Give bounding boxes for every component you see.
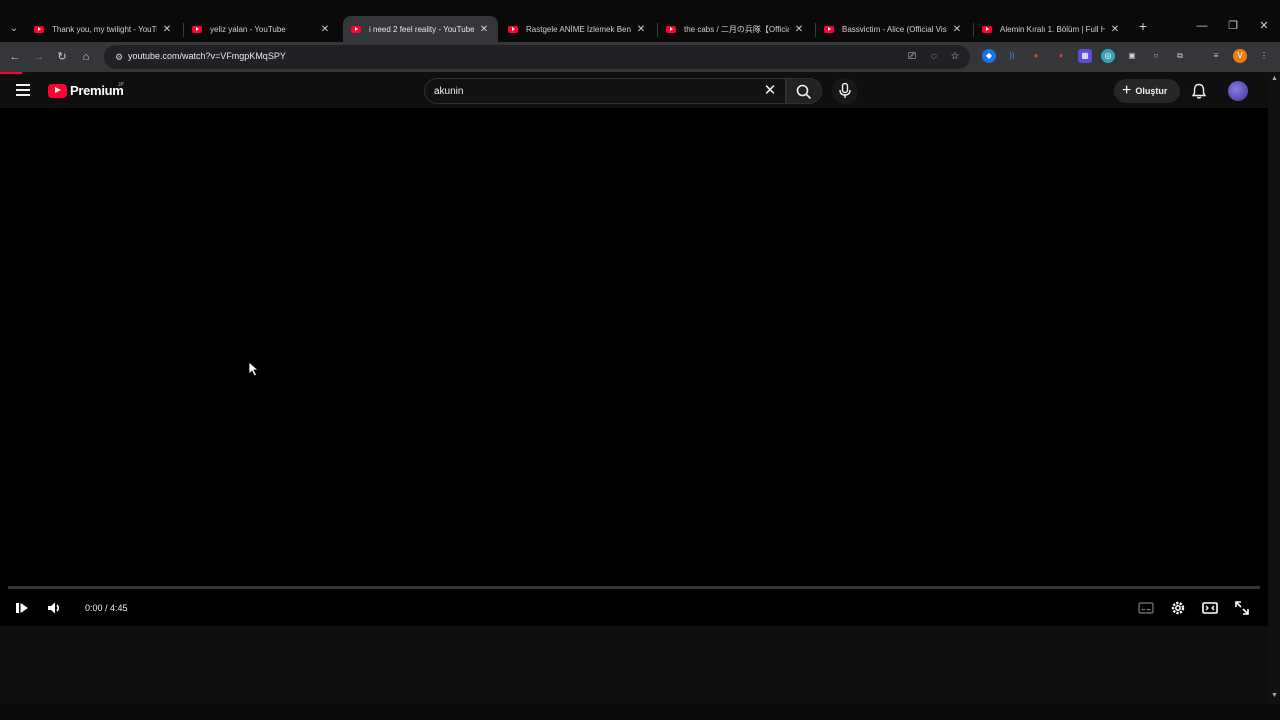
- tracking-eye-off-icon[interactable]: ◌: [927, 50, 941, 64]
- page-scrollbar[interactable]: [1268, 74, 1280, 704]
- home-icon[interactable]: ⌂: [78, 49, 94, 65]
- browser-toolbar: ← → ↻ ⌂ ⚙ youtube.com/watch?v=VFmgpKMqSP…: [0, 42, 1280, 72]
- youtube-favicon-icon: [666, 25, 676, 33]
- theater-mode-icon[interactable]: [1200, 598, 1220, 618]
- subtitles-icon[interactable]: [1136, 598, 1156, 618]
- extension-wave-icon[interactable]: )): [1005, 49, 1019, 63]
- window-top-edge: [0, 0, 1280, 14]
- extension-shield-icon[interactable]: ◆: [982, 49, 996, 63]
- youtube-favicon-icon: [351, 25, 361, 33]
- video-player[interactable]: 0:00 / 4:45: [0, 108, 1268, 626]
- below-player-area: [0, 626, 1268, 702]
- tab-close-icon[interactable]: ✕: [161, 24, 173, 35]
- install-app-icon[interactable]: ⎚: [905, 50, 919, 64]
- notifications-bell-icon[interactable]: [1191, 83, 1207, 100]
- browser-tab[interactable]: Bassvictim - Alice (Official Visu ✕: [816, 16, 971, 42]
- extension-grid-icon[interactable]: ▦: [1078, 49, 1092, 63]
- extension-drop-icon[interactable]: ♦: [1054, 49, 1068, 63]
- tab-title: Alemin Kıralı 1. Bölüm | Full HD: [1000, 24, 1105, 34]
- tab-title: Thank you, my twilight - YouTub: [52, 24, 157, 34]
- tab-title: i need 2 feel reality - YouTube: [369, 24, 474, 34]
- back-arrow-icon[interactable]: ←: [7, 49, 23, 65]
- reading-list-icon[interactable]: ≡: [1209, 49, 1223, 63]
- tab-title: the cabs / 二月の兵隊【Official M: [684, 24, 789, 34]
- browser-tab-active[interactable]: i need 2 feel reality - YouTube ✕: [343, 16, 498, 42]
- search-box[interactable]: akunin ✕: [424, 78, 786, 104]
- youtube-favicon-icon: [34, 25, 44, 33]
- tab-strip: ⌄ Thank you, my twilight - YouTub ✕ yeli…: [0, 14, 1280, 42]
- extension-record-icon[interactable]: ●: [1029, 49, 1043, 63]
- create-label: Oluştur: [1135, 86, 1168, 96]
- tab-title: Bassvictim - Alice (Official Visu: [842, 24, 947, 34]
- tab-close-icon[interactable]: ✕: [951, 24, 963, 35]
- youtube-favicon-icon: [192, 25, 202, 33]
- account-avatar[interactable]: [1228, 81, 1248, 101]
- mouse-cursor-icon: [248, 361, 260, 377]
- settings-gear-icon[interactable]: [1168, 598, 1188, 618]
- browser-tab[interactable]: Alemin Kıralı 1. Bölüm | Full HD ✕: [974, 16, 1129, 42]
- tab-search-chevron-icon[interactable]: ⌄: [5, 19, 23, 37]
- browser-tab[interactable]: Rastgele ANİME İzlemek Beni N ✕: [500, 16, 655, 42]
- browser-tab[interactable]: the cabs / 二月の兵隊【Official M ✕: [658, 16, 813, 42]
- plus-icon: +: [1122, 82, 1132, 99]
- tab-close-icon[interactable]: ✕: [319, 24, 331, 35]
- scroll-down-arrow-icon[interactable]: ▼: [1271, 692, 1278, 699]
- video-progress-bar[interactable]: [8, 586, 1260, 589]
- minimize-icon[interactable]: —: [1192, 18, 1212, 34]
- bookmark-star-icon[interactable]: ☆: [948, 50, 962, 64]
- country-code: JP: [118, 82, 124, 88]
- tab-title: yeliz yalan - YouTube: [210, 24, 286, 34]
- window-close-icon[interactable]: ✕: [1254, 18, 1274, 34]
- create-button[interactable]: + Oluştur: [1114, 79, 1180, 103]
- tab-title: Rastgele ANİME İzlemek Beni N: [526, 24, 631, 34]
- fullscreen-exit-icon[interactable]: [1232, 598, 1252, 618]
- site-settings-icon[interactable]: ⚙: [112, 50, 126, 64]
- youtube-favicon-icon: [982, 25, 992, 33]
- bottom-edge: [0, 704, 1280, 720]
- play-pause-icon[interactable]: [12, 598, 32, 618]
- youtube-favicon-icon: [508, 25, 518, 33]
- tab-close-icon[interactable]: ✕: [1109, 24, 1121, 35]
- search-button[interactable]: [786, 78, 822, 104]
- new-tab-button[interactable]: +: [1136, 18, 1150, 34]
- search-icon: [796, 84, 812, 100]
- tab-close-icon[interactable]: ✕: [478, 24, 490, 35]
- youtube-logo[interactable]: Premium: [48, 83, 124, 98]
- youtube-logo-text: Premium: [70, 83, 124, 98]
- search-input[interactable]: akunin: [434, 86, 463, 97]
- tab-close-icon[interactable]: ✕: [793, 24, 805, 35]
- youtube-favicon-icon: [824, 25, 834, 33]
- restore-icon[interactable]: ❐: [1223, 18, 1243, 34]
- address-bar[interactable]: ⚙ youtube.com/watch?v=VFmgpKMqSPY ⎚ ◌ ☆: [104, 45, 970, 69]
- browser-tab[interactable]: yeliz yalan - YouTube ✕: [184, 16, 339, 42]
- volume-icon[interactable]: [45, 598, 65, 618]
- extension-circle-icon[interactable]: ○: [1149, 49, 1163, 63]
- browser-menu-icon[interactable]: ⋮: [1257, 49, 1271, 63]
- extension-box-icon[interactable]: ▣: [1125, 49, 1139, 63]
- profile-avatar-icon[interactable]: V: [1233, 49, 1247, 63]
- extension-globe-icon[interactable]: ◎: [1101, 49, 1115, 63]
- forward-arrow-icon[interactable]: →: [31, 49, 47, 65]
- browser-tab[interactable]: Thank you, my twilight - YouTub ✕: [26, 16, 181, 42]
- clear-search-icon[interactable]: ✕: [761, 82, 779, 100]
- microphone-icon: [839, 83, 851, 98]
- url-text[interactable]: youtube.com/watch?v=VFmgpKMqSPY: [128, 51, 286, 61]
- time-display: 0:00 / 4:45: [85, 603, 128, 613]
- extensions-puzzle-icon[interactable]: ⧉: [1173, 49, 1187, 63]
- reload-icon[interactable]: ↻: [54, 49, 70, 65]
- scroll-up-arrow-icon[interactable]: ▲: [1271, 75, 1278, 82]
- guide-menu-icon[interactable]: [16, 84, 30, 96]
- youtube-play-logo-icon: [48, 83, 67, 98]
- voice-search-button[interactable]: [832, 78, 858, 104]
- youtube-masthead: Premium JP akunin ✕ + Oluştur: [0, 74, 1268, 108]
- tab-close-icon[interactable]: ✕: [635, 24, 647, 35]
